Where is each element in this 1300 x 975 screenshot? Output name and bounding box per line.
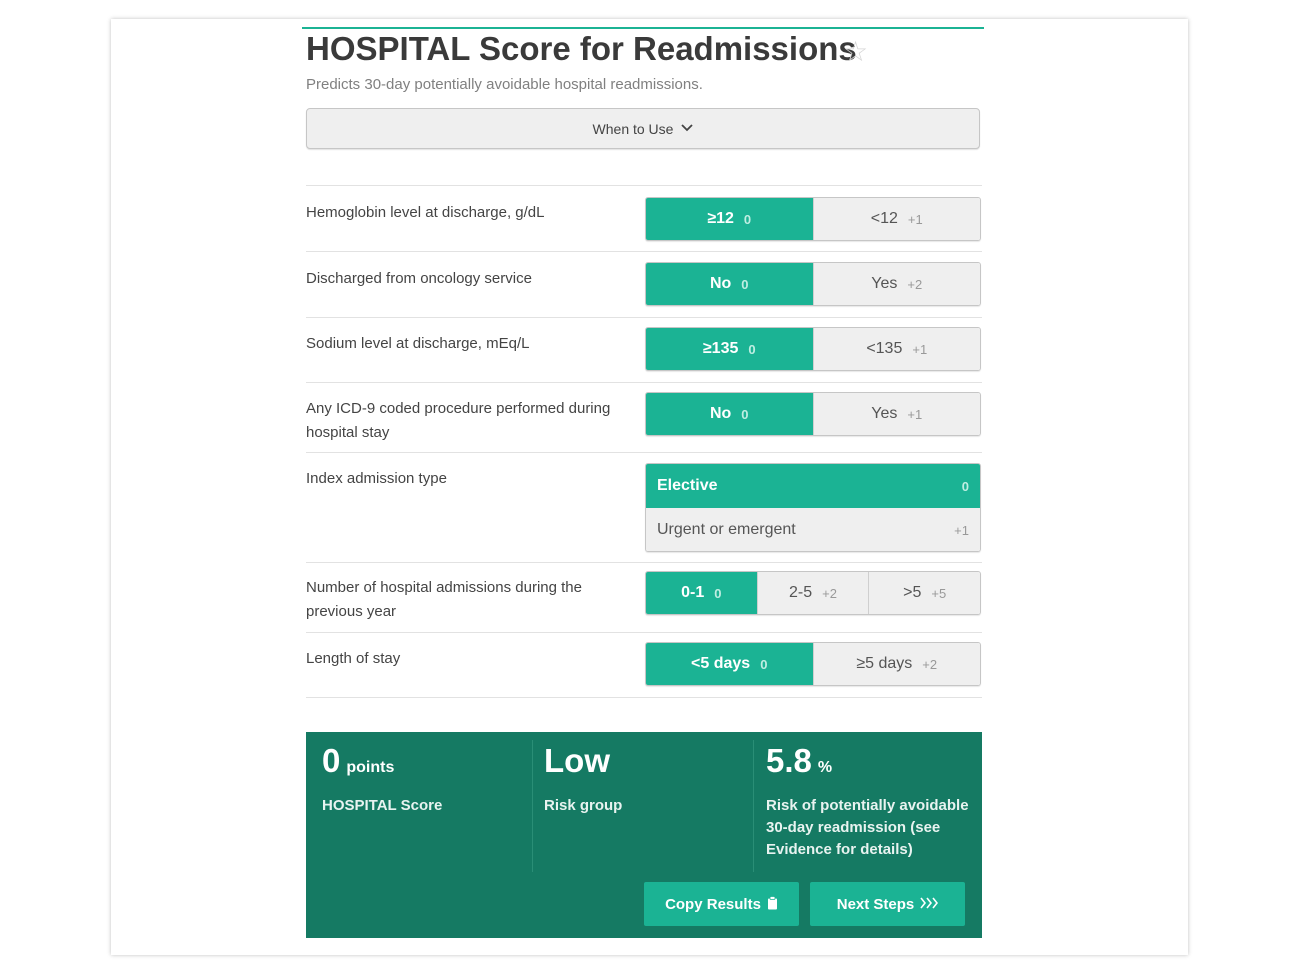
clipboard-icon	[767, 895, 778, 913]
percent-number: 5.8	[766, 742, 812, 779]
option-admissions-2-5[interactable]: 2-5 +2	[756, 572, 869, 614]
sodium-toggle: ≥135 0 <135 +1	[645, 327, 981, 371]
divider	[306, 452, 982, 453]
oncology-toggle: No 0 Yes +2	[645, 262, 981, 306]
chevron-down-icon	[681, 123, 694, 135]
risk-percent-label: Risk of potentially avoidable 30-day rea…	[766, 797, 969, 858]
option-points: +2	[907, 276, 923, 292]
option-sodium-lt135[interactable]: <135 +1	[812, 328, 980, 370]
percent-unit: %	[817, 759, 833, 776]
prior-admissions-toggle: 0-1 0 2-5 +2 >5 +5	[645, 571, 981, 615]
procedure-toggle: No 0 Yes +1	[645, 392, 981, 436]
question-label-procedure: Any ICD-9 coded procedure performed duri…	[306, 400, 611, 441]
question-label-hemoglobin: Hemoglobin level at discharge, g/dL	[306, 204, 545, 221]
question-label-length-of-stay: Length of stay	[306, 650, 401, 667]
option-points: 0	[741, 276, 749, 292]
option-admissions-gt5[interactable]: >5 +5	[868, 572, 980, 614]
option-stay-lt5[interactable]: <5 days 0	[646, 643, 813, 685]
result-divider	[753, 740, 754, 872]
option-points: +5	[931, 585, 947, 601]
option-admission-elective[interactable]: Elective 0	[646, 464, 980, 508]
triple-chevron-right-icon	[920, 897, 939, 912]
result-panel: 0 points HOSPITAL Score Low Risk group 5.…	[306, 732, 982, 938]
risk-label: Risk group	[544, 797, 623, 814]
option-text: Yes	[871, 405, 898, 422]
question-label-oncology: Discharged from oncology service	[306, 270, 532, 287]
star-outline-icon[interactable]: ☆	[843, 35, 868, 68]
option-procedure-no[interactable]: No 0	[646, 393, 813, 435]
option-points: 0	[714, 585, 722, 601]
option-points: +2	[822, 585, 837, 601]
score-label: HOSPITAL Score	[322, 797, 443, 814]
option-text: Yes	[871, 275, 898, 292]
option-text: <12	[870, 210, 898, 227]
option-text: Elective	[657, 477, 718, 494]
page-title: HOSPITAL Score for Readmissions	[306, 30, 857, 67]
option-sodium-ge135[interactable]: ≥135 0	[646, 328, 813, 370]
divider	[306, 697, 982, 698]
option-points: 0	[741, 406, 749, 422]
question-label-prior-admissions: Number of hospital admissions during the…	[306, 579, 582, 620]
next-steps-button[interactable]: Next Steps	[810, 882, 965, 926]
option-text: No	[709, 275, 732, 292]
option-points: +1	[954, 522, 969, 538]
option-points: 0	[748, 341, 756, 357]
option-text: <135	[866, 340, 903, 357]
option-text: Urgent or emergent	[657, 521, 796, 538]
risk-column: Low Risk group	[544, 732, 744, 872]
option-stay-ge5[interactable]: ≥5 days +2	[812, 643, 980, 685]
divider	[306, 185, 982, 186]
header-accent-line	[302, 27, 984, 29]
option-points: +2	[922, 656, 938, 672]
question-label-sodium: Sodium level at discharge, mEq/L	[306, 335, 530, 352]
score-number: 0	[322, 742, 341, 779]
copy-results-label: Copy Results	[665, 895, 761, 913]
option-text: >5	[903, 584, 922, 601]
option-text: 2-5	[789, 584, 813, 601]
option-oncology-no[interactable]: No 0	[646, 263, 813, 305]
option-text: ≥5 days	[856, 655, 913, 672]
option-text: ≥135	[702, 340, 739, 357]
option-points: +1	[907, 211, 923, 227]
risk-percent-column: 5.8% Risk of potentially avoidable 30-da…	[766, 732, 976, 872]
score-column: 0 points HOSPITAL Score	[322, 732, 522, 872]
option-hemoglobin-lt12[interactable]: <12 +1	[812, 198, 980, 240]
option-oncology-yes[interactable]: Yes +2	[812, 263, 980, 305]
option-text: 0-1	[681, 584, 705, 601]
risk-value: Low	[544, 742, 610, 779]
option-points: +1	[912, 341, 928, 357]
score-unit: points	[346, 759, 395, 776]
option-points: 0	[961, 478, 969, 494]
option-admission-urgent[interactable]: Urgent or emergent +1	[646, 508, 980, 551]
divider	[306, 317, 982, 318]
divider	[306, 632, 982, 633]
hemoglobin-toggle: ≥12 0 <12 +1	[645, 197, 981, 241]
risk-percent-value: 5.8%	[766, 742, 832, 780]
when-to-use-label: When to Use	[592, 120, 674, 137]
divider	[306, 251, 982, 252]
when-to-use-button[interactable]: When to Use	[306, 108, 980, 149]
length-of-stay-toggle: <5 days 0 ≥5 days +2	[645, 642, 981, 686]
page-subtitle: Predicts 30-day potentially avoidable ho…	[306, 76, 703, 93]
option-points: 0	[760, 656, 768, 672]
option-procedure-yes[interactable]: Yes +1	[812, 393, 980, 435]
option-points: +1	[907, 406, 923, 422]
option-text: No	[709, 405, 732, 422]
result-divider	[532, 740, 533, 872]
copy-results-button[interactable]: Copy Results	[644, 882, 799, 926]
option-text: <5 days	[691, 655, 751, 672]
option-hemoglobin-ge12[interactable]: ≥12 0	[646, 198, 813, 240]
question-label-admission-type: Index admission type	[306, 470, 447, 487]
option-points: 0	[743, 211, 752, 227]
next-steps-label: Next Steps	[836, 895, 915, 913]
divider	[306, 562, 982, 563]
option-text: ≥12	[707, 210, 734, 227]
admission-type-options: Elective 0 Urgent or emergent +1	[645, 463, 981, 552]
score-value: 0 points	[322, 742, 394, 780]
option-admissions-0-1[interactable]: 0-1 0	[646, 572, 757, 614]
divider	[306, 382, 982, 383]
